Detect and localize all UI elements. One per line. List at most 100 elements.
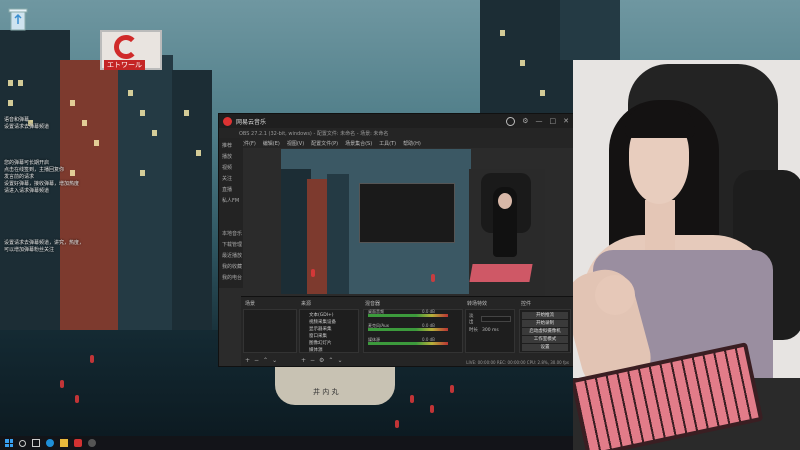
minimize-icon[interactable]: — (536, 117, 543, 126)
transitions-panel: 淡出 时长 300 ms (465, 309, 515, 353)
neon-sign: エトワール (100, 30, 162, 70)
obs-window[interactable]: 网易云音乐 ⚙ — □ ✕ OBS 27.2.1 (32-bit, window… (218, 113, 574, 367)
transition-type-label: 淡出 (469, 314, 474, 325)
person-hand (595, 275, 635, 315)
windows-start-icon[interactable] (5, 439, 13, 447)
start-recording-button[interactable]: 开始录制 (522, 320, 568, 327)
overlay-line: 语音和弹幕 (4, 117, 30, 123)
sidebar-item-follow[interactable]: 关注 (219, 175, 243, 186)
sidebar-item-video[interactable]: 视频 (219, 164, 243, 175)
overlay-line: 请进入请求弹幕频道 (4, 188, 50, 194)
app-title: 网易云音乐 (236, 118, 267, 126)
menu-item-scene-collection[interactable]: 场景集合(S) (345, 140, 372, 147)
sidebar-item-downloads[interactable]: 下载管理 (219, 241, 243, 252)
person-neck (645, 200, 675, 250)
menu-item-view[interactable]: 视图(V) (287, 140, 304, 147)
boat: 井 内 丸 (275, 365, 395, 405)
settings-button[interactable]: 设置 (522, 344, 568, 351)
sidebar-item-live[interactable]: 直播 (219, 186, 243, 197)
overlay-line: 点击在线签到，主播回复你 (4, 167, 65, 173)
source-item[interactable]: 显示器采集 (300, 326, 358, 333)
obs-icon[interactable] (88, 439, 96, 447)
source-item[interactable]: 文本(GDI+) (300, 312, 358, 319)
close-icon[interactable]: ✕ (563, 117, 569, 126)
task-view-icon[interactable] (32, 439, 40, 447)
controls-panel: 开始推流 开始录制 启动虚拟摄像机 工作室模式 设置 (519, 309, 571, 353)
source-item[interactable]: 图像幻灯片 (300, 340, 358, 347)
overlay-line: 设置好弹幕，接收弹幕，增加热度 (4, 181, 80, 187)
transition-duration: 时长 300 ms (466, 326, 514, 334)
search-icon[interactable] (19, 439, 26, 447)
obs-titlebar[interactable]: 网易云音乐 ⚙ — □ ✕ (219, 114, 573, 128)
source-item[interactable]: 窗口采集 (300, 333, 358, 340)
sign-logo-icon (114, 35, 138, 59)
overlay-text-block: 语音和弹幕 设置请求去弹幕频道 (4, 117, 114, 131)
volume-meter[interactable] (368, 314, 448, 317)
building (560, 0, 620, 60)
overlay-text-block: 设置请求去弹幕频道，讲究，热度， 可以增加弹幕粉丝关注 (4, 240, 114, 254)
boat-label: 井 内 丸 (313, 388, 339, 396)
transition-select[interactable] (480, 316, 511, 322)
menu-item-edit[interactable]: 编辑(E) (263, 140, 280, 147)
source-item[interactable]: 媒体源 (300, 347, 358, 354)
sign-text: エトワール (104, 60, 145, 70)
avatar[interactable] (506, 116, 516, 126)
webcam-preview (469, 169, 545, 296)
titlebar-controls: ⚙ — □ ✕ (506, 116, 569, 126)
scenes-toolbar[interactable]: +−⌃⌄ (245, 357, 281, 364)
building (172, 70, 212, 330)
overlay-line: 您的弹幕可长期开启 (4, 160, 50, 166)
sidebar-item-fm[interactable]: 私人FM (219, 197, 243, 208)
settings-icon[interactable]: ⚙ (522, 117, 528, 126)
sources-header: 来源 (301, 301, 312, 307)
mixer-channel: 麦克风/Aux 0.0 dB (364, 323, 462, 334)
building (60, 60, 120, 330)
overlay-line: 发言前的请求 (4, 174, 35, 180)
nested-preview (359, 183, 455, 243)
sidebar-item-recommend[interactable]: 推荐 (219, 142, 243, 153)
obs-docks: 场景 +−⌃⌄ 来源 文本(GDI+) 视频采集设备 显示器采集 窗口采集 图像… (241, 296, 573, 366)
person-bangs (625, 104, 695, 138)
scenes-list[interactable] (243, 309, 297, 353)
sidebar-item-radio[interactable]: 我的电台 (219, 274, 243, 285)
webcam-feed (573, 60, 800, 450)
overlay-line: 可以增加弹幕粉丝关注 (4, 247, 55, 253)
sidebar-item-collection[interactable]: 我的收藏 (219, 263, 243, 274)
scenes-header: 场景 (245, 301, 256, 307)
sidebar-item-recent[interactable]: 最近播放 (219, 252, 243, 263)
virtual-camera-button[interactable]: 启动虚拟摄像机 (522, 328, 568, 335)
edge-icon[interactable] (46, 439, 54, 447)
volume-meter[interactable] (368, 328, 448, 331)
obs-window-title: OBS 27.2.1 (32-bit, windows) - 配置文件: 未命名… (239, 130, 389, 137)
recycle-bin-icon[interactable] (6, 6, 30, 32)
audio-mixer: 桌面音频 0.0 dB 麦克风/Aux 0.0 dB 媒体源 0.0 dB (363, 309, 463, 353)
start-streaming-button[interactable]: 开始推流 (522, 312, 568, 319)
overlay-line: 设置请求去弹幕频道 (4, 124, 50, 130)
sources-list[interactable]: 文本(GDI+) 视频采集设备 显示器采集 窗口采集 图像幻灯片 媒体源 (299, 309, 359, 353)
studio-mode-button[interactable]: 工作室模式 (522, 336, 568, 343)
duration-value[interactable]: 300 ms (482, 328, 499, 333)
menu-bar: 文件(F) 编辑(E) 视图(V) 配置文件(P) 场景集合(S) 工具(T) … (219, 138, 573, 148)
sources-toolbar[interactable]: +−⚙⌃⌄ (301, 357, 347, 364)
music-icon[interactable] (74, 439, 82, 447)
music-sidebar: 推荐 播放 视频 关注 直播 私人FM 本地音乐 下载管理 最近播放 我的收藏 … (219, 138, 243, 288)
source-item[interactable]: 视频采集设备 (300, 319, 358, 326)
menu-item-tools[interactable]: 工具(T) (379, 140, 396, 147)
transition-type[interactable]: 淡出 (466, 312, 514, 326)
sidebar-item-play[interactable]: 播放 (219, 153, 243, 164)
maximize-icon[interactable]: □ (550, 117, 557, 126)
obs-preview[interactable] (281, 149, 471, 294)
controls-header: 控件 (521, 301, 532, 307)
taskbar (0, 436, 573, 450)
volume-meter[interactable] (368, 342, 448, 345)
sidebar-item-local[interactable]: 本地音乐 (219, 230, 243, 241)
mixer-channel: 桌面音频 0.0 dB (364, 309, 462, 320)
file-explorer-icon[interactable] (60, 439, 68, 447)
menu-item-help[interactable]: 帮助(H) (403, 140, 421, 147)
overlay-text-block: 您的弹幕可长期开启 点击在线签到，主播回复你 发言前的请求 设置好弹幕，接收弹幕… (4, 160, 114, 195)
menu-item-profile[interactable]: 配置文件(P) (311, 140, 338, 147)
status-bar: LIVE: 00:00:00 REC: 00:00:00 CPU: 2.8%, … (466, 360, 569, 365)
duration-label: 时长 (469, 328, 478, 333)
